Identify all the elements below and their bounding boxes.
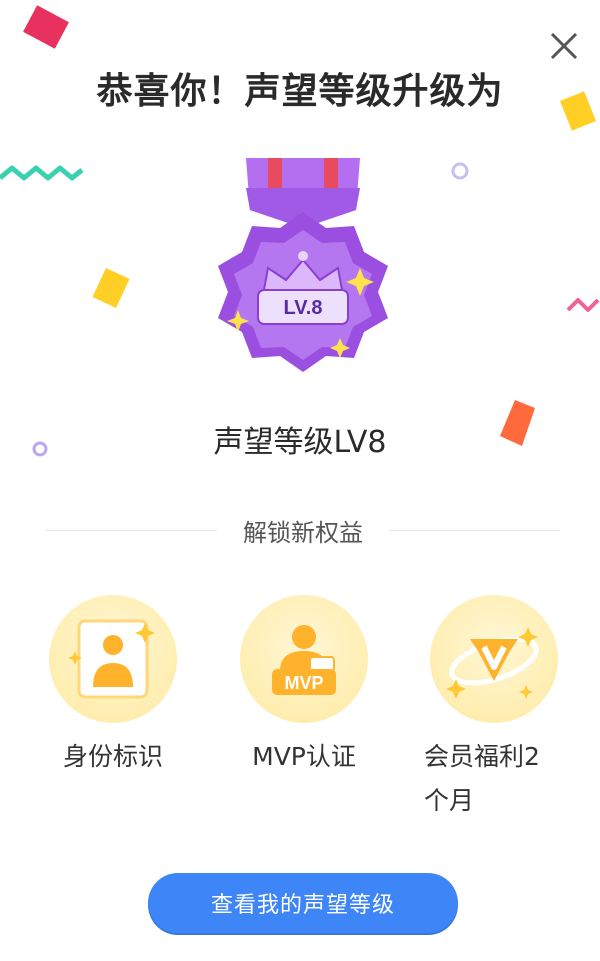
perk-identity[interactable]: 身份标识 xyxy=(33,595,193,779)
divider-line-right xyxy=(389,529,560,531)
perk-icon-bg xyxy=(430,595,558,723)
level-name: 声望等级LV8 xyxy=(213,425,387,460)
mvp-badge-text: MVP xyxy=(284,673,323,693)
perks-divider: 解锁新权益 xyxy=(46,510,560,550)
close-icon[interactable] xyxy=(546,28,582,64)
perk-label: MVP认证 xyxy=(252,742,356,771)
view-reputation-level-button[interactable]: 查看我的声望等级 xyxy=(148,873,458,933)
divider-line-left xyxy=(46,529,217,531)
medal-badge-text: LV.8 xyxy=(284,297,323,319)
mvp-badge-icon: MVP xyxy=(272,625,336,695)
perk-vip[interactable]: 会员福利2个月 xyxy=(414,595,574,823)
perk-icon-bg xyxy=(49,595,177,723)
vip-v-icon xyxy=(446,627,539,699)
identity-badge-icon xyxy=(68,619,155,699)
perks-heading: 解锁新权益 xyxy=(243,518,363,547)
perk-mvp[interactable]: MVP MVP认证 xyxy=(224,595,384,779)
perk-icon-bg: MVP xyxy=(240,595,368,723)
medal-icon: LV.8 xyxy=(218,158,388,372)
dialog-title: 恭喜你！声望等级升级为 xyxy=(96,71,504,112)
perk-label: 身份标识 xyxy=(62,742,163,771)
perk-label: 会员福利2个月 xyxy=(424,742,540,815)
